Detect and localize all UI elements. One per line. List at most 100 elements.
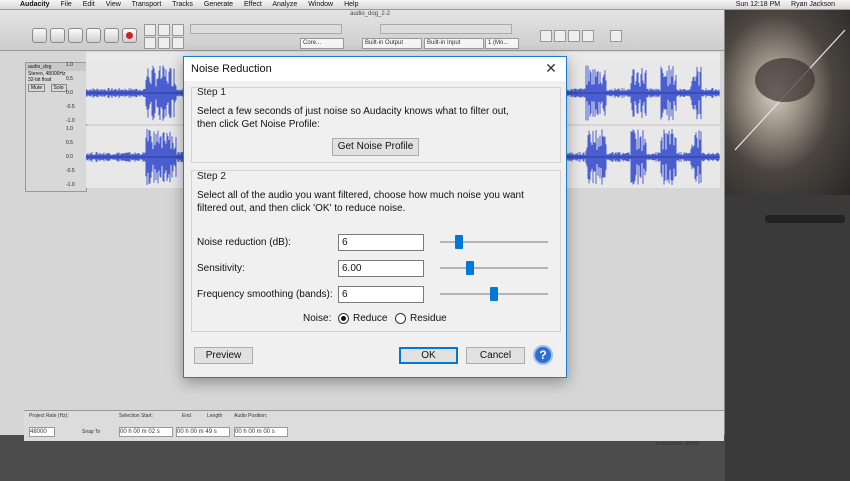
noise-reduction-slider[interactable] <box>440 235 548 249</box>
sensitivity-input[interactable]: 6.00 <box>338 260 424 277</box>
menu-transport[interactable]: Transport <box>132 1 162 8</box>
help-icon[interactable]: ? <box>533 345 553 365</box>
selection-start-label: Selection Start: <box>119 413 153 419</box>
menubar: Audacity File Edit View Transport Tracks… <box>0 0 850 10</box>
residue-radio-label[interactable]: Residue <box>410 313 447 324</box>
envelope-tool-icon[interactable] <box>158 24 170 36</box>
step1-title: Step 1 <box>197 87 226 98</box>
step2-group: Step 2 Select all of the audio you want … <box>191 170 561 332</box>
audio-position-label: Audio Position: <box>234 413 268 419</box>
end-radio[interactable]: End <box>182 413 191 419</box>
menu-file[interactable]: File <box>61 1 72 8</box>
output-device-select[interactable]: Built-in Output <box>362 38 422 49</box>
playback-meter[interactable] <box>190 24 342 34</box>
zoom-out-icon[interactable] <box>582 30 594 42</box>
copy-icon[interactable] <box>554 30 566 42</box>
pause-button[interactable] <box>32 28 47 43</box>
frequency-smoothing-label: Frequency smoothing (bands): <box>197 289 333 300</box>
slider-thumb[interactable] <box>490 287 498 301</box>
actual-rate: Actual Rate: 48000 <box>656 441 699 447</box>
mute-button[interactable]: Mute <box>28 84 46 92</box>
selection-toolbar: Project Rate (Hz): 48000 Snap To Selecti… <box>24 410 724 447</box>
skip-start-button[interactable] <box>86 28 101 43</box>
snap-to-checkbox[interactable]: Snap To <box>82 429 100 435</box>
menu-view[interactable]: View <box>106 1 121 8</box>
scale-label: 0.5 <box>66 140 73 146</box>
scale-label: -1.0 <box>66 182 75 188</box>
step1-group: Step 1 Select a few seconds of just nois… <box>191 87 561 163</box>
scale-label: 0.5 <box>66 76 73 82</box>
step2-text-1: Select all of the audio you want filtere… <box>197 190 524 201</box>
menu-edit[interactable]: Edit <box>83 1 95 8</box>
audio-position-field[interactable]: 00 h 00 m 00 s <box>234 427 288 437</box>
ok-button[interactable]: OK <box>399 347 458 364</box>
multi-tool-icon[interactable] <box>172 37 184 49</box>
close-icon[interactable]: ✕ <box>544 61 558 75</box>
viewer-transport[interactable] <box>765 215 845 223</box>
noise-mode-label: Noise: <box>303 313 332 324</box>
noise-reduction-label: Noise reduction (dB): <box>197 237 291 248</box>
sensitivity-slider[interactable] <box>440 261 548 275</box>
track-control-panel: audio_dog Stereo, 48000Hz 32-bit float M… <box>25 62 87 192</box>
scale-label: -0.5 <box>66 104 75 110</box>
menu-help[interactable]: Help <box>344 1 358 8</box>
noise-reduction-input[interactable]: 6 <box>338 234 424 251</box>
menu-app[interactable]: Audacity <box>20 1 50 8</box>
project-rate-select[interactable]: 48000 <box>29 427 55 437</box>
audacity-toolbar: audio_dog_2-2 Core... Built-in Output Bu… <box>0 10 724 51</box>
reduce-radio-label[interactable]: Reduce <box>353 313 387 324</box>
length-radio[interactable]: Length <box>207 413 222 419</box>
draw-tool-icon[interactable] <box>172 24 184 36</box>
track-name[interactable]: audio_dog <box>26 63 86 71</box>
preview-button[interactable]: Preview <box>194 347 253 364</box>
project-rate-label: Project Rate (Hz): <box>29 413 69 419</box>
play-button[interactable] <box>50 28 65 43</box>
menu-generate[interactable]: Generate <box>204 1 233 8</box>
scale-label: 0.0 <box>66 154 73 160</box>
input-device-select[interactable]: Built-in Input <box>424 38 484 49</box>
selection-start-field[interactable]: 00 h 00 m 02 s <box>119 427 173 437</box>
skip-end-button[interactable] <box>104 28 119 43</box>
scale-label: 1.0 <box>66 62 73 68</box>
sensitivity-label: Sensitivity: <box>197 263 245 274</box>
zoom-in-icon[interactable] <box>568 30 580 42</box>
step1-text-2: then click Get Noise Profile: <box>197 119 320 130</box>
get-noise-profile-button[interactable]: Get Noise Profile <box>332 138 419 156</box>
residue-radio[interactable] <box>395 313 406 324</box>
cancel-button[interactable]: Cancel <box>466 347 525 364</box>
audio-host-select[interactable]: Core... <box>300 38 344 49</box>
video-preview <box>725 10 850 195</box>
timeshift-tool-icon[interactable] <box>158 37 170 49</box>
selection-tool-icon[interactable] <box>144 24 156 36</box>
play-at-speed-icon[interactable] <box>610 30 622 42</box>
user-name[interactable]: Ryan Jackson <box>791 1 835 8</box>
slider-thumb[interactable] <box>455 235 463 249</box>
frequency-smoothing-slider[interactable] <box>440 287 548 301</box>
dialog-titlebar[interactable]: Noise Reduction ✕ <box>184 57 566 81</box>
track-bits: 32-bit float <box>28 77 52 83</box>
frequency-smoothing-input[interactable]: 6 <box>338 286 424 303</box>
record-meter[interactable] <box>380 24 512 34</box>
input-channels-select[interactable]: 1 (Mo... <box>485 38 519 49</box>
project-title: audio_dog_2-2 <box>350 11 391 17</box>
menu-window[interactable]: Window <box>308 1 333 8</box>
scale-label: 1.0 <box>66 126 73 132</box>
step2-title: Step 2 <box>197 171 226 182</box>
selection-end-field[interactable]: 00 h 00 m 49 s <box>176 427 230 437</box>
cut-icon[interactable] <box>540 30 552 42</box>
noise-reduction-dialog: Noise Reduction ✕ Step 1 Select a few se… <box>183 56 567 378</box>
record-button[interactable] <box>122 28 137 43</box>
record-icon <box>126 32 133 39</box>
solo-button[interactable]: Solo <box>50 84 67 92</box>
stop-button[interactable] <box>68 28 83 43</box>
zoom-tool-icon[interactable] <box>144 37 156 49</box>
reduce-radio[interactable] <box>338 313 349 324</box>
track-scale-top: 1.0 0.5 0.0 -0.5 -1.0 <box>66 62 75 128</box>
menu-tracks[interactable]: Tracks <box>172 1 193 8</box>
menu-effect[interactable]: Effect <box>244 1 262 8</box>
menubar-status: Sun 12:18 PM Ryan Jackson <box>736 0 844 9</box>
scale-label: -0.5 <box>66 168 75 174</box>
radio-selected-dot <box>341 316 346 321</box>
slider-thumb[interactable] <box>466 261 474 275</box>
menu-analyze[interactable]: Analyze <box>272 1 297 8</box>
